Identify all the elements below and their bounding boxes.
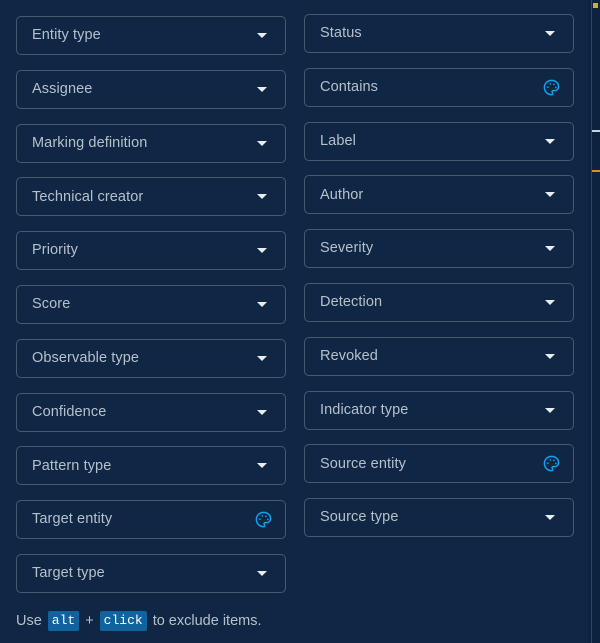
palette-icon[interactable] — [540, 76, 562, 98]
filter-field-source-type[interactable]: Source type — [304, 498, 574, 538]
filter-field-severity[interactable]: Severity — [304, 229, 574, 269]
chevron-down-icon[interactable] — [541, 509, 559, 527]
chevron-down-icon[interactable] — [253, 27, 271, 45]
filter-field-author[interactable]: Author — [304, 175, 574, 215]
filter-field-status[interactable]: Status — [304, 14, 574, 53]
filter-field-label: Confidence — [32, 404, 107, 420]
filter-field-label: Target type — [32, 566, 105, 581]
chevron-down-icon[interactable] — [253, 80, 271, 98]
filter-field-target-type[interactable]: Target type — [16, 554, 286, 593]
edge-marker-orange — [592, 170, 600, 172]
filter-field-entity-type[interactable]: Entity type — [16, 16, 286, 55]
chevron-down-icon[interactable] — [253, 134, 271, 152]
filter-field-label: Severity — [320, 241, 374, 256]
filter-field-label: Label — [320, 133, 356, 149]
edge-divider-line — [591, 0, 592, 643]
filter-field-label: Target entity — [32, 512, 113, 527]
chevron-down-icon[interactable] — [541, 347, 559, 365]
filter-field-technical-creator[interactable]: Technical creator — [16, 177, 286, 217]
filter-field-indicator-type[interactable]: Indicator type — [304, 390, 574, 430]
filter-field-detection[interactable]: Detection — [304, 283, 574, 322]
kbd-click: click — [99, 611, 147, 631]
filter-field-label: Assignee — [32, 82, 93, 97]
filter-field-source-entity[interactable]: Source entity — [304, 444, 574, 484]
filter-field-label: Source entity — [320, 456, 406, 472]
chevron-down-icon[interactable] — [541, 25, 559, 43]
filter-field-label: Marking definition — [32, 135, 148, 151]
filter-field-label: Technical creator — [32, 189, 144, 205]
chevron-down-icon[interactable] — [253, 403, 271, 421]
filter-field-label: Pattern type — [32, 458, 112, 474]
filter-field-marking-definition[interactable]: Marking definition — [16, 123, 286, 163]
filter-field-label: Contains — [320, 80, 379, 95]
filter-field-label: Revoked — [320, 349, 378, 364]
filter-field-score[interactable]: Score — [16, 285, 286, 324]
filter-field-target-entity[interactable]: Target entity — [16, 500, 286, 540]
chevron-down-icon[interactable] — [253, 188, 271, 206]
kbd-alt: alt — [47, 611, 80, 631]
chevron-down-icon[interactable] — [541, 401, 559, 419]
exclude-hint-prefix: Use — [16, 613, 42, 629]
filter-field-label: Author — [320, 187, 364, 203]
chevron-down-icon[interactable] — [541, 240, 559, 258]
filter-panel: Entity type Status Assignee Contains Marking… — [0, 0, 588, 643]
filter-field-label: Observable type — [32, 351, 140, 366]
filter-field-pattern-type[interactable]: Pattern type — [16, 446, 286, 486]
filter-field-revoked[interactable]: Revoked — [304, 336, 574, 376]
filter-field-confidence[interactable]: Confidence — [16, 392, 286, 432]
exclude-hint-suffix: to exclude items. — [152, 613, 262, 629]
chevron-down-icon[interactable] — [253, 349, 271, 367]
filter-field-assignee[interactable]: Assignee — [16, 69, 286, 109]
filter-field-label: Detection — [320, 295, 383, 310]
filter-field-label: Entity type — [32, 28, 101, 43]
filter-field-label[interactable]: Label — [304, 121, 574, 161]
filter-field-label: Source type — [320, 510, 399, 525]
adjacent-panel-edge — [588, 0, 600, 643]
chevron-down-icon[interactable] — [253, 296, 271, 314]
palette-icon[interactable] — [540, 453, 562, 475]
edge-marker-light — [592, 130, 600, 132]
filter-field-observable-type[interactable]: Observable type — [16, 338, 286, 378]
filter-field-contains[interactable]: Contains — [304, 67, 574, 107]
filter-field-label: Indicator type — [320, 402, 409, 418]
chevron-down-icon[interactable] — [541, 186, 559, 204]
chevron-down-icon[interactable] — [541, 132, 559, 150]
filter-field-label: Status — [320, 26, 362, 41]
filter-field-priority[interactable]: Priority — [16, 231, 286, 271]
palette-icon[interactable] — [252, 509, 274, 531]
chevron-down-icon[interactable] — [253, 565, 271, 583]
edge-marker-top — [593, 3, 598, 8]
filter-field-label: Priority — [32, 243, 78, 258]
chevron-down-icon[interactable] — [253, 242, 271, 260]
exclude-hint-separator: + — [85, 613, 94, 629]
filter-field-label: Score — [32, 297, 71, 312]
exclude-hint: Use alt + click to exclude items. — [16, 611, 262, 631]
chevron-down-icon[interactable] — [541, 294, 559, 312]
chevron-down-icon[interactable] — [253, 457, 271, 475]
